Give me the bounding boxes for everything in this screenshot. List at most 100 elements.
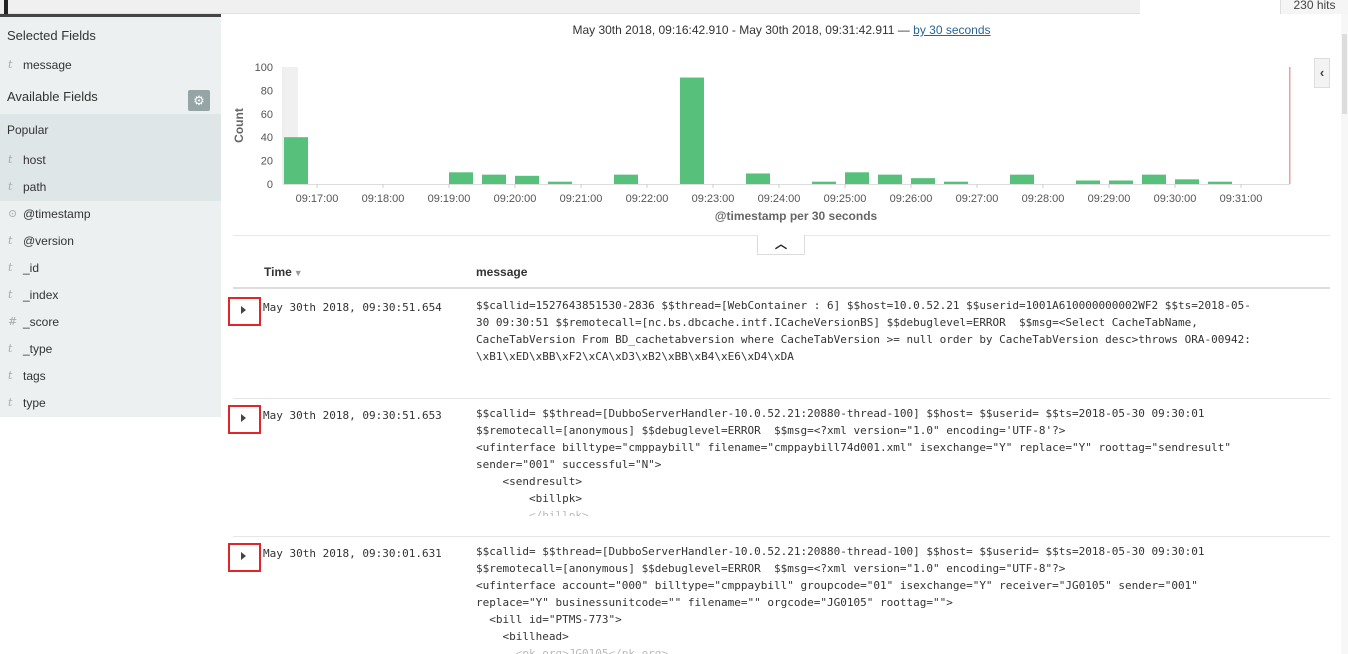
string-type-icon: t — [8, 369, 13, 382]
table-header-rule — [233, 287, 1330, 289]
row-time: May 30th 2018, 09:30:01.631 — [263, 547, 442, 560]
row-divider — [233, 536, 1330, 537]
y-axis-label: Count — [233, 108, 246, 143]
row-divider — [233, 398, 1330, 399]
message-truncated-line: <pk_org>JG0105</pk_org> — [476, 647, 669, 654]
histogram-bar[interactable] — [944, 181, 968, 184]
field-name: path — [23, 180, 47, 194]
histogram-bar[interactable] — [284, 137, 308, 184]
message-line: <bill id="PTMS-773"> — [476, 613, 622, 626]
string-type-icon: t — [8, 153, 13, 166]
interval-link[interactable]: by 30 seconds — [913, 23, 990, 37]
string-type-icon: t — [8, 288, 13, 301]
field-item-id[interactable]: t _id — [0, 254, 221, 281]
collapse-sidebar-chevron-left-icon[interactable]: ‹ — [1314, 58, 1330, 88]
available-fields-title: Available Fields — [7, 89, 98, 104]
row-message: $$callid=1527643851530-2836 $$thread=[We… — [476, 297, 1326, 365]
sort-down-icon[interactable]: ▼ — [294, 268, 303, 278]
histogram-bar[interactable] — [812, 181, 836, 184]
field-item-path[interactable]: t path — [0, 173, 221, 200]
message-line: replace="Y" businessunitcode="" filename… — [476, 596, 953, 609]
caret-right-icon — [241, 552, 246, 560]
message-line: <ufinterface account="000" billtype="cmp… — [476, 579, 1198, 592]
field-sidebar: Selected Fields Available Fields ⚙ Popul… — [0, 17, 221, 417]
message-line: \xB1\xED\xBB\xF2\xCA\xD3\xB2\xBB\xB4\xE6… — [476, 350, 794, 363]
histogram-bar[interactable] — [614, 174, 638, 184]
message-line: $$callid=1527643851530-2836 $$thread=[We… — [476, 299, 1251, 312]
histogram-bar[interactable] — [1175, 179, 1199, 184]
histogram-bar[interactable] — [449, 172, 473, 184]
string-type-icon: t — [8, 58, 13, 71]
time-range-text: May 30th 2018, 09:16:42.910 - May 30th 2… — [572, 23, 914, 37]
message-line: $$callid= $$thread=[DubboServerHandler-1… — [476, 545, 1205, 558]
field-item-timestamp[interactable]: ⊙ @timestamp — [0, 200, 221, 227]
histogram-bar[interactable] — [548, 181, 572, 184]
histogram-bar[interactable] — [515, 175, 539, 184]
field-name: @timestamp — [23, 207, 91, 221]
x-tick-label: 09:23:00 — [692, 193, 735, 205]
x-tick-label: 09:28:00 — [1022, 193, 1065, 205]
x-tick-label: 09:21:00 — [560, 193, 603, 205]
message-line: <billhead> — [476, 630, 569, 643]
histogram-bar[interactable] — [1208, 181, 1232, 184]
histogram-bar[interactable] — [1109, 180, 1133, 184]
row-time: May 30th 2018, 09:30:51.653 — [263, 409, 442, 422]
message-line: sender="001" successful="N"> — [476, 458, 662, 471]
field-item-type[interactable]: t _type — [0, 335, 221, 362]
histogram-bar[interactable] — [482, 174, 506, 184]
message-line: 30 09:30:51 $$remotecall=[nc.bs.dbcache.… — [476, 316, 1198, 329]
x-tick-label: 09:31:00 — [1220, 193, 1263, 205]
row-time: May 30th 2018, 09:30:51.654 — [263, 301, 442, 314]
field-item-version[interactable]: t @version — [0, 227, 221, 254]
toggle-chart-chevron-up-icon[interactable]: ︿ — [757, 235, 805, 255]
x-axis-label: @timestamp per 30 seconds — [715, 209, 878, 223]
time-header-label: Time — [264, 265, 292, 279]
message-line: <ufinterface billtype="cmppaybill" filen… — [476, 441, 1231, 454]
string-type-icon: t — [8, 396, 13, 409]
field-item-type[interactable]: t type — [0, 389, 221, 416]
histogram-bar[interactable] — [746, 173, 770, 184]
histogram-bar[interactable] — [911, 178, 935, 184]
x-tick-label: 09:19:00 — [428, 193, 471, 205]
message-line: CacheTabVersion From BD_cachetabversion … — [476, 333, 1251, 346]
y-tick-label: 0 — [267, 179, 273, 191]
x-tick-label: 09:17:00 — [296, 193, 339, 205]
field-item-message[interactable]: t message — [0, 51, 221, 78]
x-tick-label: 09:22:00 — [626, 193, 669, 205]
scrollbar-thumb[interactable] — [1342, 34, 1347, 114]
time-column-header[interactable]: Time ▼ — [264, 265, 303, 279]
message-column-header: message — [476, 265, 528, 279]
field-item-index[interactable]: t _index — [0, 281, 221, 308]
caret-right-icon — [241, 414, 246, 422]
field-name: _score — [23, 315, 60, 329]
row-expand-caret-icon[interactable] — [228, 543, 261, 572]
hits-count: 230 hits — [1280, 0, 1348, 14]
histogram-bar[interactable] — [1076, 180, 1100, 184]
string-type-icon: t — [8, 234, 13, 247]
histogram-chart[interactable]: 0 20 40 60 80 100 Count 09:17:00 09:18:00 09:19:0… — [233, 56, 1313, 226]
page-scrollbar[interactable] — [1341, 14, 1348, 654]
row-expand-caret-icon[interactable] — [228, 297, 261, 326]
row-expand-caret-icon[interactable] — [228, 405, 261, 434]
field-item-tags[interactable]: t tags — [0, 362, 221, 389]
histogram-bar[interactable] — [845, 172, 869, 184]
x-tick-label: 09:25:00 — [824, 193, 867, 205]
current-time-marker — [1289, 67, 1291, 184]
field-item-score[interactable]: # _score — [0, 308, 221, 335]
histogram-bar[interactable] — [1010, 174, 1034, 184]
message-line: $$remotecall=[anonymous] $$debuglevel=ER… — [476, 562, 1066, 575]
y-tick-label: 100 — [255, 62, 273, 74]
histogram-header: May 30th 2018, 09:16:42.910 - May 30th 2… — [233, 23, 1330, 37]
histogram-bar[interactable] — [878, 174, 902, 184]
histogram-bar[interactable] — [1142, 174, 1166, 184]
message-line: <billpk> — [476, 492, 582, 505]
field-name: _id — [23, 261, 40, 275]
histogram-bar[interactable] — [680, 77, 704, 184]
string-type-icon: t — [8, 342, 13, 355]
field-name: type — [23, 396, 46, 410]
row-message: $$callid= $$thread=[DubboServerHandler-1… — [476, 543, 1326, 654]
field-item-host[interactable]: t host — [0, 146, 221, 173]
x-tick-label: 09:30:00 — [1154, 193, 1197, 205]
field-name: _index — [23, 288, 59, 302]
field-settings-gear-icon[interactable]: ⚙ — [188, 90, 210, 111]
